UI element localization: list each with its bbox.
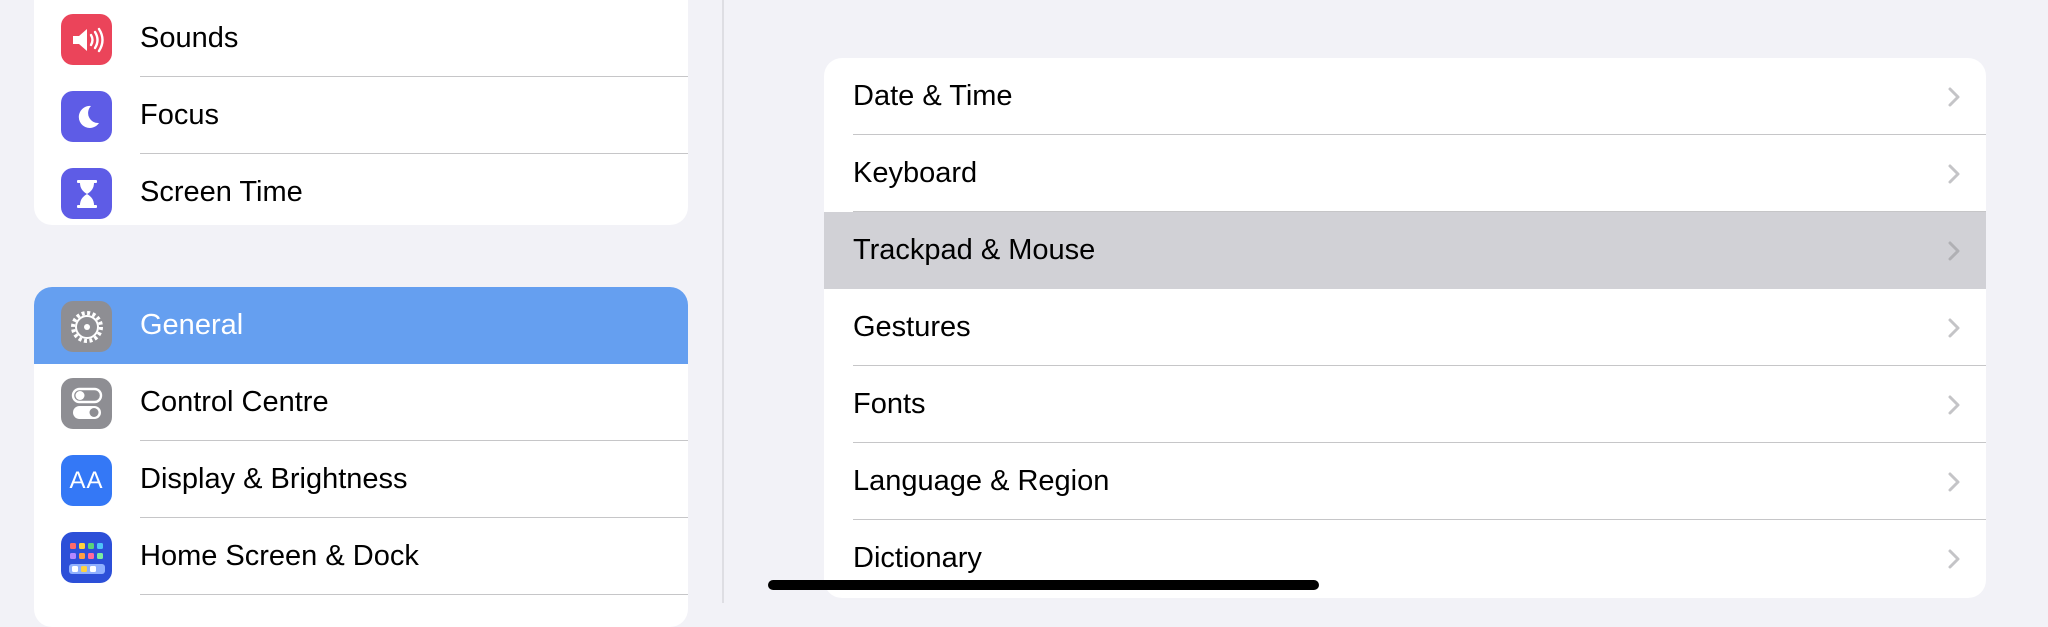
hourglass-icon <box>61 168 112 219</box>
sidebar-item-screen-time[interactable]: Screen Time <box>34 154 688 225</box>
chevron-right-icon <box>1948 87 1960 107</box>
row-divider <box>140 594 688 595</box>
text-size-glyph: AA <box>69 466 104 494</box>
sidebar-item-label: Screen Time <box>140 176 303 208</box>
sidebar-group-notifications: Sounds Focus Screen Time <box>34 0 688 225</box>
sidebar-item-focus[interactable]: Focus <box>34 77 688 154</box>
row-label: Fonts <box>853 388 926 420</box>
moon-icon <box>61 91 112 142</box>
chevron-right-icon <box>1948 395 1960 415</box>
row-language-region[interactable]: Language & Region <box>824 443 1986 520</box>
chevron-right-icon <box>1948 318 1960 338</box>
sidebar-item-home-screen-dock[interactable]: Home Screen & Dock <box>34 518 688 595</box>
row-label: Keyboard <box>853 157 978 189</box>
sidebar-item-label: Focus <box>140 99 219 131</box>
row-date-time[interactable]: Date & Time <box>824 58 1986 135</box>
chevron-right-icon <box>1948 164 1960 184</box>
row-label: Date & Time <box>853 80 1013 112</box>
chevron-right-icon <box>1948 472 1960 492</box>
row-keyboard[interactable]: Keyboard <box>824 135 1986 212</box>
settings-sidebar: Sounds Focus Screen Time General Control… <box>0 0 724 627</box>
sidebar-item-sounds[interactable]: Sounds <box>34 0 688 77</box>
general-settings-list: Date & Time Keyboard Trackpad & Mouse Ge… <box>824 58 1986 598</box>
gear-icon <box>61 301 112 352</box>
sidebar-item-display-brightness[interactable]: AA Display & Brightness <box>34 441 688 518</box>
sidebar-item-general[interactable]: General <box>34 287 688 364</box>
row-label: Gestures <box>853 311 971 343</box>
sidebar-item-label: Home Screen & Dock <box>140 540 419 572</box>
sidebar-group-general: General Control Centre AA Display & Brig… <box>34 287 688 627</box>
sidebar-item-label: Display & Brightness <box>140 463 408 495</box>
sidebar-item-label: Control Centre <box>140 386 329 418</box>
sidebar-item-label: General <box>140 309 244 341</box>
app-grid-icon <box>61 532 112 583</box>
sidebar-item-control-centre[interactable]: Control Centre <box>34 364 688 441</box>
row-gestures[interactable]: Gestures <box>824 289 1986 366</box>
row-trackpad-mouse[interactable]: Trackpad & Mouse <box>824 212 1986 289</box>
sidebar-item-label: Sounds <box>140 22 239 54</box>
row-fonts[interactable]: Fonts <box>824 366 1986 443</box>
text-size-icon: AA <box>61 455 112 506</box>
chevron-right-icon <box>1948 549 1960 569</box>
row-label: Trackpad & Mouse <box>853 234 1096 266</box>
home-indicator[interactable] <box>768 580 1319 590</box>
speaker-icon <box>61 14 112 65</box>
toggles-icon <box>61 378 112 429</box>
row-label: Language & Region <box>853 465 1110 497</box>
chevron-right-icon <box>1948 241 1960 261</box>
